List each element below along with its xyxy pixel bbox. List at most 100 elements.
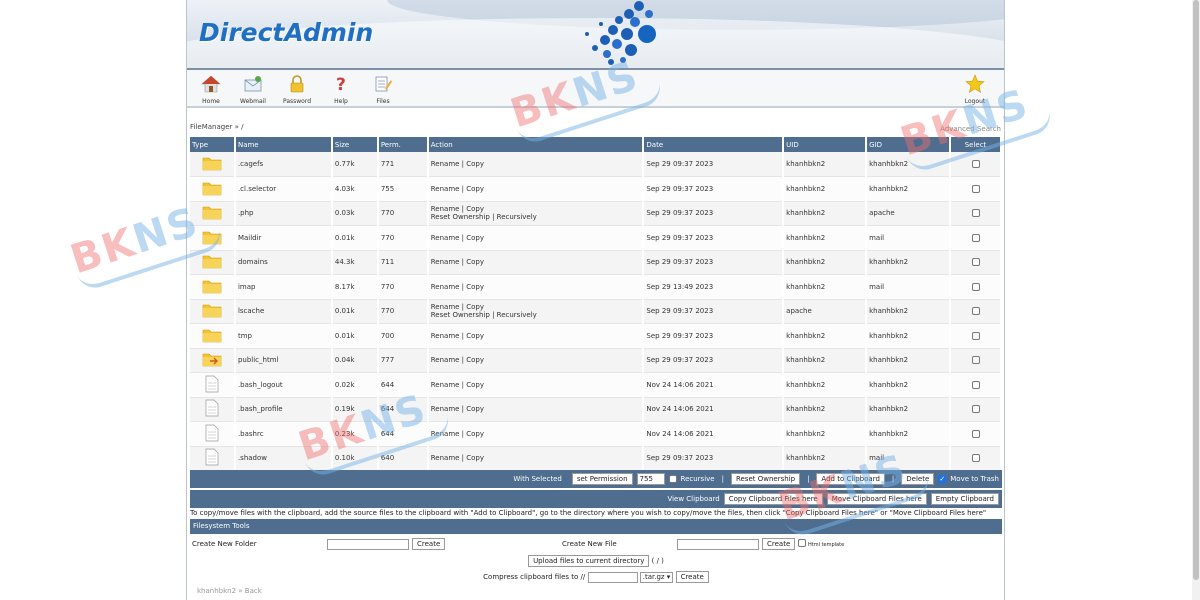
row-perm[interactable]: 644 <box>377 397 429 422</box>
row-select-checkbox[interactable] <box>971 429 980 438</box>
permission-input[interactable]: 755 <box>636 473 665 485</box>
row-action-links[interactable]: Rename | Copy <box>431 381 641 389</box>
row-name[interactable]: .shadow <box>234 446 333 471</box>
col-perm[interactable]: Perm. <box>377 137 429 152</box>
row-perm[interactable]: 770 <box>377 274 429 300</box>
row-action-links[interactable]: Rename | Copy <box>431 356 641 364</box>
breadcrumb[interactable]: FileManager » / <box>190 123 244 131</box>
empty-clipboard-button[interactable]: Empty Clipboard <box>930 493 999 505</box>
compress-create-button[interactable]: Create <box>675 571 709 583</box>
move-to-trash-checkbox[interactable]: ✓ <box>938 475 947 483</box>
row-name[interactable]: public_html <box>234 348 333 373</box>
reset-ownership-button[interactable]: Reset Ownership <box>730 473 801 485</box>
advanced-search-link[interactable]: Advanced Search <box>940 125 1001 133</box>
row-action-links[interactable]: Rename | Copy <box>431 283 641 291</box>
move-clipboard-here-button[interactable]: Move Clipboard Files here <box>826 493 927 505</box>
view-clipboard-link[interactable]: View Clipboard <box>667 495 719 503</box>
row-select-checkbox[interactable] <box>971 307 980 316</box>
scrollbar[interactable] <box>1192 0 1200 600</box>
row-name[interactable]: .cagefs <box>234 152 333 177</box>
row-reset-ownership-links[interactable]: Reset Ownership | Recursively <box>431 311 641 319</box>
row-action-links[interactable]: Rename | Copy <box>431 185 641 193</box>
create-file-button[interactable]: Create <box>762 538 796 550</box>
html-template-checkbox[interactable] <box>798 539 806 547</box>
row-name[interactable]: lscache <box>234 299 333 324</box>
row-select-checkbox[interactable] <box>971 331 980 340</box>
recursive-checkbox[interactable] <box>668 475 677 483</box>
row-type-cell[interactable] <box>190 323 236 349</box>
row-action-links[interactable]: Rename | Copy <box>431 332 641 340</box>
col-uid[interactable]: UID <box>783 137 868 152</box>
row-select-checkbox[interactable] <box>971 233 980 242</box>
row-action-links[interactable]: Rename | Copy <box>431 234 641 242</box>
row-action-links[interactable]: Rename | Copy <box>431 303 641 311</box>
row-type-cell[interactable] <box>190 225 236 251</box>
row-select-checkbox[interactable] <box>971 209 980 218</box>
row-perm[interactable]: 770 <box>377 299 429 324</box>
row-perm[interactable]: 640 <box>377 446 429 471</box>
row-type-cell[interactable] <box>190 274 236 300</box>
row-name[interactable]: domains <box>234 250 333 275</box>
row-select-checkbox[interactable] <box>971 184 980 193</box>
row-select-checkbox[interactable] <box>971 356 980 365</box>
row-name[interactable]: imap <box>234 274 333 300</box>
row-select-checkbox[interactable] <box>971 160 980 168</box>
row-action-links[interactable]: Rename | Copy <box>431 205 641 213</box>
row-select-checkbox[interactable] <box>971 380 980 389</box>
row-action-links[interactable]: Rename | Copy <box>431 258 641 266</box>
row-type-cell[interactable] <box>190 421 236 447</box>
col-name[interactable]: Name <box>234 137 333 152</box>
row-type-cell[interactable] <box>190 152 236 177</box>
row-name[interactable]: .php <box>234 201 333 226</box>
row-name[interactable]: .cl.selector <box>234 176 333 202</box>
footer-back-link[interactable]: khanhbkn2 » Back <box>197 587 262 595</box>
row-name[interactable]: tmp <box>234 323 333 349</box>
row-type-cell[interactable] <box>190 299 236 324</box>
nav-password[interactable]: Password <box>275 74 319 105</box>
scrollbar-thumb[interactable] <box>1193 0 1199 580</box>
nav-logout[interactable]: Logout <box>953 74 997 105</box>
row-perm[interactable]: 644 <box>377 421 429 447</box>
delete-button[interactable]: Delete <box>901 473 935 485</box>
row-perm[interactable]: 770 <box>377 201 429 226</box>
row-perm[interactable]: 770 <box>377 225 429 251</box>
row-select-checkbox[interactable] <box>971 282 980 291</box>
row-name[interactable]: .bash_logout <box>234 372 333 398</box>
col-gid[interactable]: GID <box>866 137 951 152</box>
row-perm[interactable]: 644 <box>377 372 429 398</box>
nav-help[interactable]: ? Help <box>319 74 363 105</box>
row-select-checkbox[interactable] <box>971 258 980 267</box>
row-action-links[interactable]: Rename | Copy <box>431 405 641 413</box>
row-type-cell[interactable] <box>190 397 236 422</box>
col-type[interactable]: Type <box>190 137 236 152</box>
nav-files[interactable]: Files <box>361 74 405 105</box>
row-perm[interactable]: 755 <box>377 176 429 202</box>
row-type-cell[interactable] <box>190 201 236 226</box>
row-type-cell[interactable] <box>190 446 236 471</box>
row-perm[interactable]: 771 <box>377 152 429 177</box>
row-action-links[interactable]: Rename | Copy <box>431 160 641 168</box>
row-type-cell[interactable] <box>190 176 236 202</box>
copy-clipboard-here-button[interactable]: Copy Clipboard Files here <box>723 493 823 505</box>
create-folder-input[interactable] <box>327 539 409 550</box>
row-type-cell[interactable] <box>190 250 236 275</box>
row-name[interactable]: Maildir <box>234 225 333 251</box>
row-type-cell[interactable] <box>190 372 236 398</box>
nav-home[interactable]: Home <box>189 74 233 105</box>
directadmin-logo[interactable]: DirectAdmin <box>199 18 373 47</box>
row-select-checkbox[interactable] <box>971 405 980 414</box>
row-name[interactable]: .bashrc <box>234 421 333 447</box>
add-to-clipboard-button[interactable]: Add to Clipboard <box>816 473 885 485</box>
col-size[interactable]: Size <box>331 137 379 152</box>
row-action-links[interactable]: Rename | Copy <box>431 430 641 438</box>
row-perm[interactable]: 777 <box>377 348 429 373</box>
row-perm[interactable]: 700 <box>377 323 429 349</box>
row-type-cell[interactable] <box>190 348 236 373</box>
create-file-input[interactable] <box>677 539 759 550</box>
create-folder-button[interactable]: Create <box>412 538 446 550</box>
row-select-checkbox[interactable] <box>971 454 980 463</box>
set-permission-button[interactable]: set Permission <box>571 473 633 485</box>
nav-webmail[interactable]: Webmail <box>231 74 275 105</box>
row-perm[interactable]: 711 <box>377 250 429 275</box>
col-date[interactable]: Date <box>643 137 785 152</box>
